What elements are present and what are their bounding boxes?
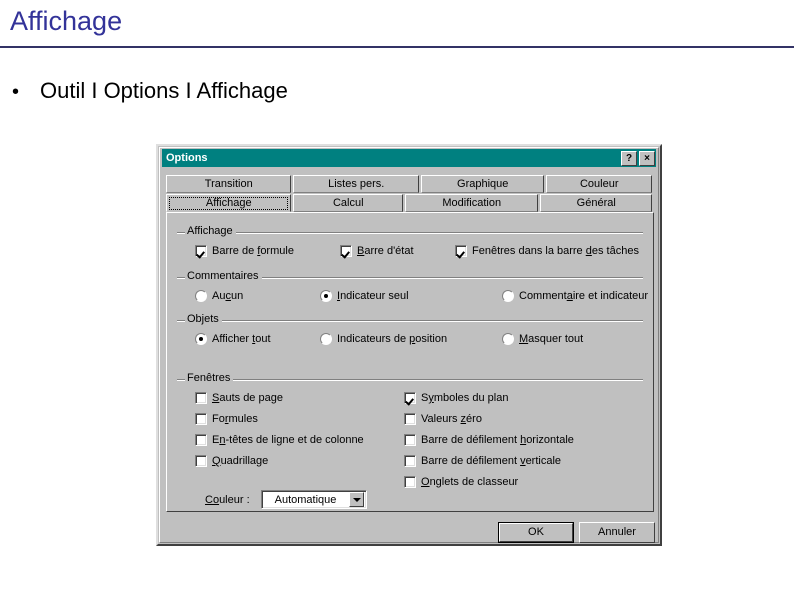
group-commentaires-label: Commentaires: [185, 271, 262, 282]
checkbox-en-tetes-ligne-colonne-label: En-têtes de ligne et de colonne: [212, 434, 364, 446]
checkbox-valeurs-zero[interactable]: Valeurs zéro: [404, 413, 482, 425]
checkbox-en-tetes-ligne-colonne[interactable]: En-têtes de ligne et de colonne: [195, 434, 364, 446]
checkbox-barre-detat-label: Barre d'état: [357, 245, 414, 257]
radio-icon[interactable]: [195, 290, 207, 302]
checkbox-icon[interactable]: [195, 392, 207, 404]
group-affichage-line: [177, 232, 643, 234]
checkbox-barre-detat[interactable]: Barre d'état: [340, 245, 414, 257]
page-title: Affichage: [10, 6, 123, 36]
checkbox-icon[interactable]: [195, 245, 207, 257]
checkbox-icon[interactable]: [195, 455, 207, 467]
tab-transition-label: Transition: [204, 178, 253, 190]
radio-commentaire-et-indicateur-label: Commentaire et indicateur: [519, 290, 649, 302]
help-icon[interactable]: ?: [621, 150, 637, 166]
checkbox-icon[interactable]: [404, 455, 416, 467]
radio-commentaire-et-indicateur[interactable]: Commentaire et indicateur: [502, 290, 648, 302]
radio-indicateurs-de-position-label: Indicateurs de position: [337, 333, 448, 345]
tab-transition[interactable]: Transition: [166, 175, 292, 193]
group-fenetres-label: Fenêtres: [185, 373, 234, 384]
group-objets-line: [177, 320, 643, 322]
tab-general-label: Général: [576, 197, 616, 209]
group-objets-label: Objets: [185, 314, 222, 325]
tab-listes-pers-label: Listes pers.: [328, 178, 385, 190]
checkbox-quadrillage-label: Quadrillage: [212, 455, 269, 467]
group-affichage-label: Affichage: [185, 226, 236, 237]
radio-aucun-label: Aucun: [212, 290, 244, 302]
checkbox-barre-de-formule[interactable]: Barre de formule: [195, 245, 294, 257]
tab-graphique-label: Graphique: [457, 178, 509, 190]
checkbox-valeurs-zero-label: Valeurs zéro: [421, 413, 482, 425]
radio-icon[interactable]: [502, 333, 514, 345]
tab-row-bottom: Affichage Calcul Modification Général: [166, 194, 654, 212]
checkbox-formules[interactable]: Formules: [195, 413, 258, 425]
radio-indicateurs-de-position[interactable]: Indicateurs de position: [320, 333, 447, 345]
tab-graphique[interactable]: Graphique: [420, 175, 545, 193]
cancel-button[interactable]: Annuler: [579, 522, 655, 543]
radio-icon[interactable]: [195, 333, 207, 345]
radio-icon[interactable]: [320, 290, 332, 302]
checkbox-icon[interactable]: [195, 434, 207, 446]
checkbox-icon[interactable]: [455, 245, 467, 257]
checkbox-icon[interactable]: [340, 245, 352, 257]
radio-indicateur-seul-label: Indicateur seul: [337, 290, 409, 302]
checkbox-sauts-de-page-label: Sauts de page: [212, 392, 283, 404]
tab-calcul[interactable]: Calcul: [293, 194, 404, 212]
couleur-selected-value: Automatique: [274, 493, 337, 506]
radio-afficher-tout-label: Afficher tout: [212, 333, 271, 345]
checkbox-symboles-du-plan[interactable]: Symboles du plan: [404, 392, 508, 404]
couleur-label: Couleur :: [205, 494, 250, 506]
tab-modification[interactable]: Modification: [405, 194, 539, 212]
cancel-button-label: Annuler: [598, 526, 636, 538]
checkbox-fenetres-barre-taches-label: Fenêtres dans la barre des tâches: [472, 245, 639, 257]
checkbox-barre-defilement-horizontale-label: Barre de défilement horizontale: [421, 434, 574, 446]
group-fenetres-line: [177, 379, 643, 381]
checkbox-quadrillage[interactable]: Quadrillage: [195, 455, 268, 467]
radio-icon[interactable]: [502, 290, 514, 302]
dialog-titlebar[interactable]: Options ? ×: [162, 149, 656, 167]
checkbox-icon[interactable]: [404, 392, 416, 404]
tab-affichage-label: Affichage: [205, 197, 252, 209]
couleur-dropdown[interactable]: Automatique: [261, 490, 367, 509]
radio-indicateur-seul[interactable]: Indicateur seul: [320, 290, 409, 302]
tab-affichage[interactable]: Affichage: [166, 194, 292, 212]
checkbox-barre-de-formule-label: Barre de formule: [212, 245, 294, 257]
tab-listes-pers[interactable]: Listes pers.: [293, 175, 419, 193]
tab-couleur[interactable]: Couleur: [546, 175, 653, 193]
radio-aucun[interactable]: Aucun: [195, 290, 243, 302]
checkbox-formules-label: Formules: [212, 413, 258, 425]
checkbox-onglets-de-classeur-label: Onglets de classeur: [421, 476, 519, 488]
tab-panel-affichage: Affichage Barre de formule Barre d'état …: [166, 212, 654, 512]
checkbox-icon[interactable]: [404, 476, 416, 488]
tab-couleur-label: Couleur: [579, 178, 619, 190]
title-divider: [0, 46, 794, 48]
bullet-item: • Outil I Options I Affichage: [12, 78, 288, 104]
checkbox-barre-defilement-horizontale[interactable]: Barre de défilement horizontale: [404, 434, 574, 446]
checkbox-sauts-de-page[interactable]: Sauts de page: [195, 392, 283, 404]
bullet-marker: •: [12, 81, 20, 103]
checkbox-symboles-du-plan-label: Symboles du plan: [421, 392, 509, 404]
tab-row-top: Transition Listes pers. Graphique Couleu…: [166, 175, 654, 193]
options-dialog: Options ? × Transition Listes pers. Grap…: [156, 144, 662, 546]
bullet-label: Outil I Options I Affichage: [40, 78, 288, 103]
radio-masquer-tout[interactable]: Masquer tout: [502, 333, 583, 345]
checkbox-barre-defilement-verticale-label: Barre de défilement verticale: [421, 455, 562, 467]
dialog-title: Options: [166, 151, 208, 164]
ok-button-label: OK: [499, 523, 573, 542]
checkbox-fenetres-barre-taches[interactable]: Fenêtres dans la barre des tâches: [455, 245, 639, 257]
checkbox-icon[interactable]: [404, 413, 416, 425]
radio-icon[interactable]: [320, 333, 332, 345]
radio-afficher-tout[interactable]: Afficher tout: [195, 333, 271, 345]
chevron-down-icon[interactable]: [349, 492, 364, 507]
checkbox-onglets-de-classeur[interactable]: Onglets de classeur: [404, 476, 518, 488]
tab-general[interactable]: Général: [540, 194, 652, 212]
checkbox-icon[interactable]: [404, 434, 416, 446]
radio-masquer-tout-label: Masquer tout: [519, 333, 584, 345]
ok-button[interactable]: OK: [498, 522, 574, 543]
tab-calcul-label: Calcul: [332, 197, 364, 209]
tab-modification-label: Modification: [442, 197, 502, 209]
checkbox-icon[interactable]: [195, 413, 207, 425]
checkbox-barre-defilement-verticale[interactable]: Barre de défilement verticale: [404, 455, 561, 467]
close-icon[interactable]: ×: [639, 150, 655, 166]
